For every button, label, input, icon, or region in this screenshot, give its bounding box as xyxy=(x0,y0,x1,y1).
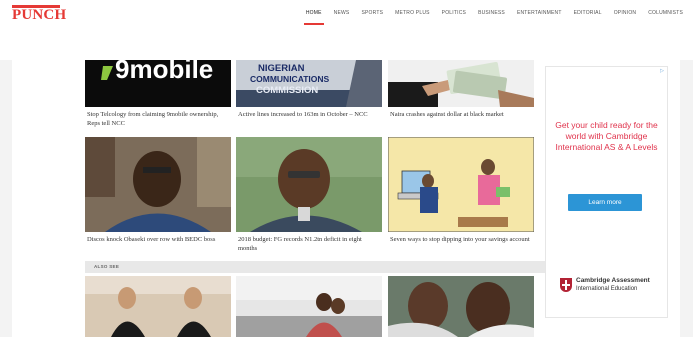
article-title[interactable]: Active lines increased to 163m in Octobe… xyxy=(238,110,380,119)
article-title[interactable]: Seven ways to stop dipping into your sav… xyxy=(390,235,532,244)
also-see-thumbnail-2[interactable] xyxy=(236,276,382,337)
kitchen-photo-image xyxy=(236,276,382,337)
ad-choices-icon[interactable]: ▷ xyxy=(660,68,664,74)
article-thumbnail[interactable]: NIGERIAN COMMUNICATIONS COMMISSION xyxy=(236,60,382,107)
article-thumbnail[interactable]: 9mobile xyxy=(85,60,231,107)
article-title[interactable]: Stop Telcology from claiming 9mobile own… xyxy=(87,110,229,128)
learn-more-button[interactable]: Learn more xyxy=(568,194,642,211)
article-thumbnail[interactable] xyxy=(85,137,231,232)
svg-text:NIGERIAN: NIGERIAN xyxy=(258,63,305,74)
nav-home[interactable]: HOME xyxy=(300,10,328,25)
nav-columnists[interactable]: COLUMNISTS xyxy=(642,10,689,24)
article-thumbnail[interactable] xyxy=(236,137,382,232)
nav-editorial[interactable]: EDITORIAL xyxy=(568,10,608,24)
ncc-sign-image: NIGERIAN COMMUNICATIONS COMMISSION xyxy=(236,60,382,107)
portrait-image xyxy=(236,137,382,232)
cambridge-ad[interactable]: ▷ Get your child ready for the world wit… xyxy=(545,66,668,318)
ad-brand-line2: International Education xyxy=(576,286,638,292)
portrait-image xyxy=(85,137,231,232)
thumb-text: 9mobile xyxy=(115,60,213,84)
content-area: 9mobile Stop Telcology from claiming 9mo… xyxy=(12,60,680,337)
article-card-savings[interactable]: Seven ways to stop dipping into your sav… xyxy=(388,137,534,255)
also-see-thumbnail-3[interactable] xyxy=(388,276,534,337)
also-see-label: ALSO SEE xyxy=(94,264,120,269)
nav-opinion[interactable]: OPINION xyxy=(608,10,643,24)
ad-brand-line1: Cambridge Assessment xyxy=(576,277,650,284)
article-thumbnail[interactable] xyxy=(388,137,534,232)
article-title[interactable]: Discos knock Obaseki over row with BEDC … xyxy=(87,235,229,244)
article-thumbnail[interactable] xyxy=(388,60,534,107)
nav-metro-plus[interactable]: METRO PLUS xyxy=(389,10,436,24)
svg-text:COMMISSION: COMMISSION xyxy=(256,85,318,96)
article-card-9mobile[interactable]: 9mobile Stop Telcology from claiming 9mo… xyxy=(85,60,231,130)
article-title[interactable]: Naira crashes against dollar at black ma… xyxy=(390,110,532,119)
logo-text: PUNCH xyxy=(12,7,67,23)
main-nav: HOME NEWS SPORTS METRO PLUS POLITICS BUS… xyxy=(300,10,689,25)
couple-photo-image xyxy=(85,276,231,337)
ad-headline: Get your child ready for the world with … xyxy=(555,120,658,152)
svg-text:COMMUNICATIONS: COMMUNICATIONS xyxy=(250,74,329,84)
punch-logo[interactable]: PUNCH xyxy=(12,5,66,23)
currency-exchange-image xyxy=(388,60,534,107)
also-see-bar: ALSO SEE xyxy=(85,261,546,273)
nav-politics[interactable]: POLITICS xyxy=(436,10,472,24)
article-title[interactable]: 2018 budget: FG records N1.2tn deficit i… xyxy=(238,235,380,253)
also-see-thumbnail-1[interactable] xyxy=(85,276,231,337)
nav-entertainment[interactable]: ENTERTAINMENT xyxy=(511,10,568,24)
cartoon-illustration xyxy=(388,137,534,232)
men-photo-image xyxy=(388,276,534,337)
article-card-budget[interactable]: 2018 budget: FG records N1.2tn deficit i… xyxy=(236,137,382,255)
nav-news[interactable]: NEWS xyxy=(328,10,356,24)
header-bar: PUNCH HOME NEWS SPORTS METRO PLUS POLITI… xyxy=(0,0,693,60)
article-card-ncc[interactable]: NIGERIAN COMMUNICATIONS COMMISSION Activ… xyxy=(236,60,382,130)
article-card-naira[interactable]: Naira crashes against dollar at black ma… xyxy=(388,60,534,130)
cambridge-shield-icon xyxy=(560,278,572,292)
article-card-obaseki[interactable]: Discos knock Obaseki over row with BEDC … xyxy=(85,137,231,255)
9mobile-logo-image: 9mobile xyxy=(85,60,231,107)
nav-sports[interactable]: SPORTS xyxy=(355,10,389,24)
nav-business[interactable]: BUSINESS xyxy=(472,10,511,24)
